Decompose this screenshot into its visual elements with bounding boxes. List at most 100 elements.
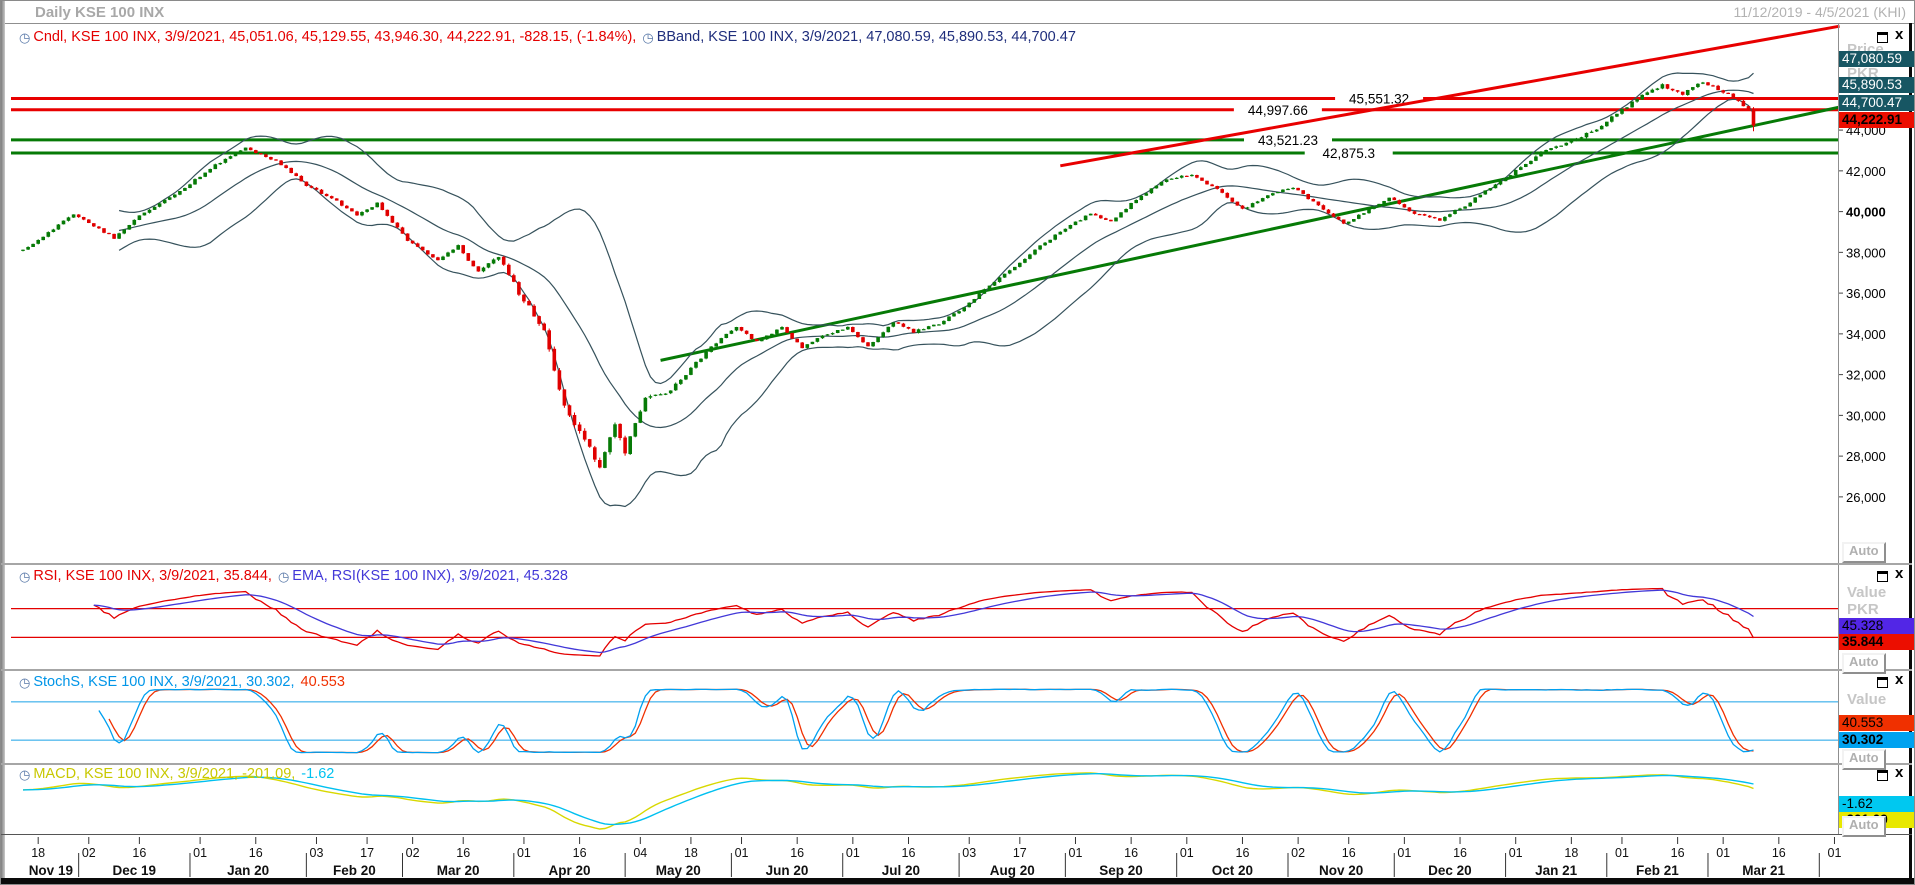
maximize-icon[interactable] (1877, 770, 1888, 781)
x-day-label: 16 (1772, 846, 1786, 860)
bband-lower-value-box: 44,700.47 (1839, 95, 1914, 111)
trendline (1060, 24, 1840, 168)
rsi-axis-currency: PKR (1847, 601, 1879, 618)
clock-icon: ◷ (19, 675, 31, 690)
legend-text: MACD, KSE 100 INX, 3/9/2021, -201.09, (33, 766, 296, 782)
x-day-label: 01 (1509, 846, 1523, 860)
x-day-label: 16 (456, 846, 470, 860)
x-day-label: 18 (684, 846, 698, 860)
legend-text: -1.62 (301, 766, 335, 782)
x-day-label: 16 (1671, 846, 1685, 860)
charting-app-window: Daily KSE 100 INX 11/12/2019 - 4/5/2021 … (0, 0, 1915, 885)
clock-icon: ◷ (19, 30, 31, 45)
clock-icon: ◷ (19, 767, 31, 782)
x-day-label: 01 (517, 846, 531, 860)
legend-text: StochS, KSE 100 INX, 3/9/2021, 30.302, (33, 674, 295, 690)
x-day-label: 02 (82, 846, 96, 860)
price-level-label: 43,521.23 (1258, 133, 1318, 148)
y-tick-label: 36,000 (1846, 286, 1886, 301)
x-day-label: 01 (1180, 846, 1194, 860)
x-day-label: 01 (193, 846, 207, 860)
x-day-label: 16 (1342, 846, 1356, 860)
x-day-label: 01 (1716, 846, 1730, 860)
stoch-axis-title: Value (1847, 691, 1887, 708)
x-month-label: Dec 19 (113, 863, 157, 878)
x-month-label: Jan 20 (227, 863, 269, 878)
close-icon[interactable]: x (1895, 765, 1903, 781)
x-month-label: Sep 20 (1099, 863, 1143, 878)
axis-separator (1, 834, 1912, 835)
close-icon[interactable]: x (1895, 27, 1903, 43)
x-day-label: 01 (1615, 846, 1629, 860)
x-day-label: 16 (249, 846, 263, 860)
x-month-label: Jul 20 (882, 863, 920, 878)
x-month-label: Dec 20 (1428, 863, 1472, 878)
bollinger-lower-band (118, 98, 1755, 508)
x-day-label: 03 (962, 846, 976, 860)
x-day-label: 16 (132, 846, 146, 860)
last-close-value-box: 44,222.91 (1839, 112, 1914, 128)
x-month-label: Feb 20 (333, 863, 376, 878)
x-day-label: 04 (633, 846, 647, 860)
x-day-label: 16 (573, 846, 587, 860)
x-month-label: Jun 20 (766, 863, 809, 878)
main-auto-scale-button[interactable]: Auto (1842, 542, 1886, 563)
x-month-label: Jan 21 (1535, 863, 1578, 878)
rsi-auto-scale-button[interactable]: Auto (1842, 653, 1886, 674)
macd-auto-scale-button[interactable]: Auto (1842, 816, 1886, 837)
price-axis-separator (1838, 23, 1839, 835)
panel-separator[interactable] (1, 763, 1912, 765)
legend-text: RSI, KSE 100 INX, 3/9/2021, 35.844, (33, 568, 272, 584)
rsi-axis-title: Value (1847, 584, 1887, 601)
x-month-label: Nov 19 (29, 863, 73, 878)
stoch-k-value-box: 30.302 (1839, 732, 1914, 748)
rsi-panel-window-icons: x (1877, 566, 1911, 582)
x-day-label: 03 (310, 846, 324, 860)
legend-text: EMA, RSI(KSE 100 INX), 3/9/2021, 45.328 (292, 568, 568, 584)
legend-main-panel[interactable]: ◷ Cndl, KSE 100 INX, 3/9/2021, 45,051.06,… (19, 29, 1082, 47)
rsi-value-box: 35.844 (1839, 634, 1914, 650)
close-icon[interactable]: x (1895, 566, 1903, 582)
legend-rsi-panel[interactable]: ◷ RSI, KSE 100 INX, 3/9/2021, 35.844, ◷ EMA… (19, 568, 574, 586)
maximize-icon[interactable] (1877, 571, 1888, 582)
maximize-icon[interactable] (1877, 677, 1888, 688)
x-month-label: Feb 21 (1636, 863, 1679, 878)
legend-macd-panel[interactable]: ◷ MACD, KSE 100 INX, 3/9/2021, -201.09, -1… (19, 766, 340, 784)
x-day-label: 16 (1124, 846, 1138, 860)
close-icon[interactable]: x (1895, 672, 1903, 688)
x-day-label: 01 (735, 846, 749, 860)
legend-text: Cndl, KSE 100 INX, 3/9/2021, 45,051.06, … (33, 29, 637, 45)
stoch-d-value-box: 40.553 (1839, 715, 1914, 731)
y-tick-label: 30,000 (1846, 408, 1886, 423)
x-month-label: Aug 20 (990, 863, 1035, 878)
legend-stoch-panel[interactable]: ◷ StochS, KSE 100 INX, 3/9/2021, 30.302, 4… (19, 674, 351, 692)
y-tick-label: 32,000 (1846, 368, 1886, 383)
x-month-label: Mar 21 (1742, 863, 1785, 878)
clock-icon: ◷ (277, 569, 290, 584)
x-day-label: 01 (1069, 846, 1083, 860)
y-tick-label: 40,000 (1846, 205, 1886, 220)
panel-separator[interactable] (1, 669, 1912, 671)
rsi-ema-value-box: 45.328 (1839, 618, 1914, 634)
trendline (660, 105, 1840, 362)
x-day-label: 16 (902, 846, 916, 860)
y-tick-label: 28,000 (1846, 449, 1886, 464)
x-day-label: 01 (846, 846, 860, 860)
x-month-label: May 20 (656, 863, 701, 878)
macd-signal-value-box: -1.62 (1839, 796, 1914, 812)
chart-canvas[interactable]: 45,551.3244,997.6643,521.2342,875.344,00… (1, 1, 1915, 885)
x-month-label: Mar 20 (437, 863, 480, 878)
clock-icon: ◷ (19, 569, 31, 584)
x-day-label: 18 (1564, 846, 1578, 860)
bband-upper-value-box: 47,080.59 (1839, 51, 1914, 67)
stoch-d-line (108, 688, 1754, 754)
x-day-label: 01 (1828, 846, 1842, 860)
y-tick-label: 34,000 (1846, 327, 1886, 342)
panel-separator[interactable] (1, 563, 1912, 565)
legend-text: BBand, KSE 100 INX, 3/9/2021, 47,080.59,… (656, 29, 1076, 45)
x-day-label: 16 (1236, 846, 1250, 860)
x-day-label: 02 (1291, 846, 1305, 860)
x-month-label: Apr 20 (548, 863, 590, 878)
legend-text: 40.553 (300, 674, 345, 690)
stoch-auto-scale-button[interactable]: Auto (1842, 749, 1886, 770)
